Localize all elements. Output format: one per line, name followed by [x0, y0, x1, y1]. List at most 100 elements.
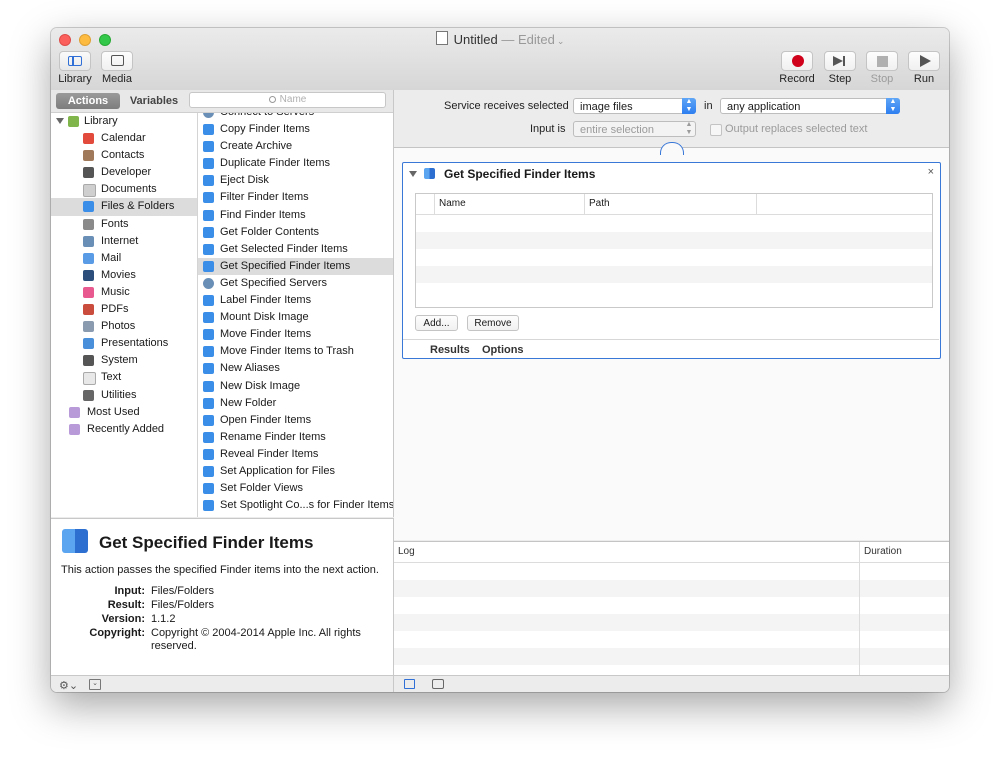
media-button[interactable]: Media: [100, 51, 134, 85]
action-item[interactable]: Move Finder Items: [198, 326, 393, 343]
workflow-area[interactable]: Service receives selected image files ▲ ▼ …: [394, 90, 949, 540]
gear-icon[interactable]: ⚙⌄: [59, 679, 78, 692]
application-popup[interactable]: any application ▲ ▼: [720, 98, 900, 114]
window-title[interactable]: Untitled — Edited ⌄: [51, 31, 949, 47]
column-log[interactable]: Log: [398, 546, 415, 557]
action-item[interactable]: Get Specified Servers: [198, 275, 393, 292]
column-duration[interactable]: Duration: [864, 546, 902, 557]
category-label: System: [101, 354, 138, 367]
action-footer: Results Options: [403, 339, 939, 359]
record-button[interactable]: Record: [778, 51, 816, 85]
category-item[interactable]: PDFs: [51, 301, 197, 318]
category-item[interactable]: Documents: [51, 181, 197, 198]
category-item[interactable]: Developer: [51, 164, 197, 181]
action-item[interactable]: Move Finder Items to Trash: [198, 343, 393, 360]
description-toggle-icon[interactable]: ⌄: [89, 679, 101, 690]
input-type-popup[interactable]: image files ▲ ▼: [573, 98, 696, 114]
category-item[interactable]: Text: [51, 369, 197, 386]
action-item[interactable]: Mount Disk Image: [198, 309, 393, 326]
input-type-value: image files: [580, 101, 633, 113]
action-item[interactable]: Get Folder Contents: [198, 224, 393, 241]
action-item[interactable]: Label Finder Items: [198, 292, 393, 309]
run-button[interactable]: Run: [907, 51, 941, 85]
category-label: Fonts: [101, 217, 129, 230]
tab-options[interactable]: Options: [482, 344, 524, 356]
action-item[interactable]: Copy Finder Items: [198, 121, 393, 138]
table-row[interactable]: [416, 249, 932, 266]
show-variables-icon[interactable]: [432, 679, 444, 689]
action-item[interactable]: Get Specified Finder Items: [198, 257, 393, 275]
action-item[interactable]: New Disk Image: [198, 378, 393, 395]
input-is-popup[interactable]: entire selection ▲ ▼: [573, 121, 696, 137]
table-row[interactable]: [416, 215, 932, 232]
action-list[interactable]: Connect to Servers Copy Finder Items Creat…: [198, 113, 393, 517]
action-item[interactable]: New Aliases: [198, 360, 393, 377]
action-item[interactable]: Create Archive: [198, 138, 393, 155]
category-item[interactable]: Photos: [51, 318, 197, 335]
category-item[interactable]: Presentations: [51, 335, 197, 352]
input-key: Input:: [114, 585, 145, 597]
action-item[interactable]: Get Selected Finder Items: [198, 241, 393, 258]
action-item[interactable]: Set Folder Views: [198, 480, 393, 497]
category-item[interactable]: Fonts: [51, 216, 197, 233]
action-item[interactable]: Open Finder Items: [198, 412, 393, 429]
stop-button[interactable]: Stop: [865, 51, 899, 85]
log-row: [394, 614, 949, 631]
action-item[interactable]: Filter Finder Items: [198, 189, 393, 206]
output-replaces-checkbox[interactable]: [710, 124, 722, 136]
action-item[interactable]: Set Application for Files: [198, 463, 393, 480]
table-row[interactable]: [416, 232, 932, 249]
items-table[interactable]: Name Path: [415, 193, 933, 308]
add-button[interactable]: Add...: [415, 315, 458, 331]
action-label: Get Selected Finder Items: [220, 242, 348, 255]
action-label: Create Archive: [220, 140, 293, 153]
tab-results[interactable]: Results: [430, 344, 470, 356]
search-input[interactable]: Name: [189, 92, 386, 108]
action-get-specified-finder-items[interactable]: Get Specified Finder Items × Name Path A…: [402, 162, 941, 359]
library-button[interactable]: Library: [58, 51, 92, 85]
category-item[interactable]: Calendar: [51, 130, 197, 147]
category-item[interactable]: Contacts: [51, 147, 197, 164]
tab-variables[interactable]: Variables: [124, 93, 184, 109]
disclosure-triangle-icon[interactable]: [56, 118, 64, 124]
tab-actions[interactable]: Actions: [56, 93, 120, 109]
column-path[interactable]: Path: [584, 194, 756, 214]
category-item[interactable]: Library: [51, 113, 197, 130]
action-item[interactable]: Eject Disk: [198, 172, 393, 189]
category-item[interactable]: Files & Folders: [51, 198, 197, 216]
record-label: Record: [779, 73, 815, 85]
action-item[interactable]: Set Spotlight Co...s for Finder Items: [198, 497, 393, 514]
close-icon[interactable]: ×: [928, 166, 934, 178]
action-item[interactable]: Rename Finder Items: [198, 429, 393, 446]
action-label: Find Finder Items: [220, 208, 306, 221]
action-item[interactable]: Find Finder Items: [198, 207, 393, 224]
category-list[interactable]: Library Calendar Contacts Developer Document…: [51, 113, 198, 517]
show-log-icon[interactable]: [404, 679, 415, 689]
disclosure-triangle-icon[interactable]: [409, 171, 417, 177]
finder-icon: [424, 168, 435, 179]
category-label: Utilities: [101, 388, 137, 401]
step-button[interactable]: Step: [823, 51, 857, 85]
category-item[interactable]: Recently Added: [51, 421, 197, 438]
workflow-connector: [660, 142, 684, 155]
remove-button[interactable]: Remove: [467, 315, 519, 331]
category-label: Developer: [101, 166, 152, 179]
action-item[interactable]: Connect to Servers: [198, 113, 393, 121]
category-item[interactable]: Utilities: [51, 387, 197, 404]
category-item[interactable]: Movies: [51, 267, 197, 284]
log-panel[interactable]: Log Duration: [394, 541, 949, 675]
action-item[interactable]: Duplicate Finder Items: [198, 155, 393, 172]
column-name[interactable]: Name: [434, 194, 584, 214]
table-row[interactable]: [416, 283, 932, 300]
table-row[interactable]: [416, 266, 932, 283]
category-item[interactable]: Music: [51, 284, 197, 301]
text-icon: [83, 372, 96, 386]
category-label: Documents: [101, 183, 157, 196]
category-item[interactable]: Internet: [51, 233, 197, 250]
category-item[interactable]: System: [51, 352, 197, 369]
category-item[interactable]: Mail: [51, 250, 197, 267]
finder-icon: [203, 363, 214, 375]
action-item[interactable]: Reveal Finder Items: [198, 446, 393, 463]
category-item[interactable]: Most Used: [51, 404, 197, 421]
action-item[interactable]: New Folder: [198, 395, 393, 412]
